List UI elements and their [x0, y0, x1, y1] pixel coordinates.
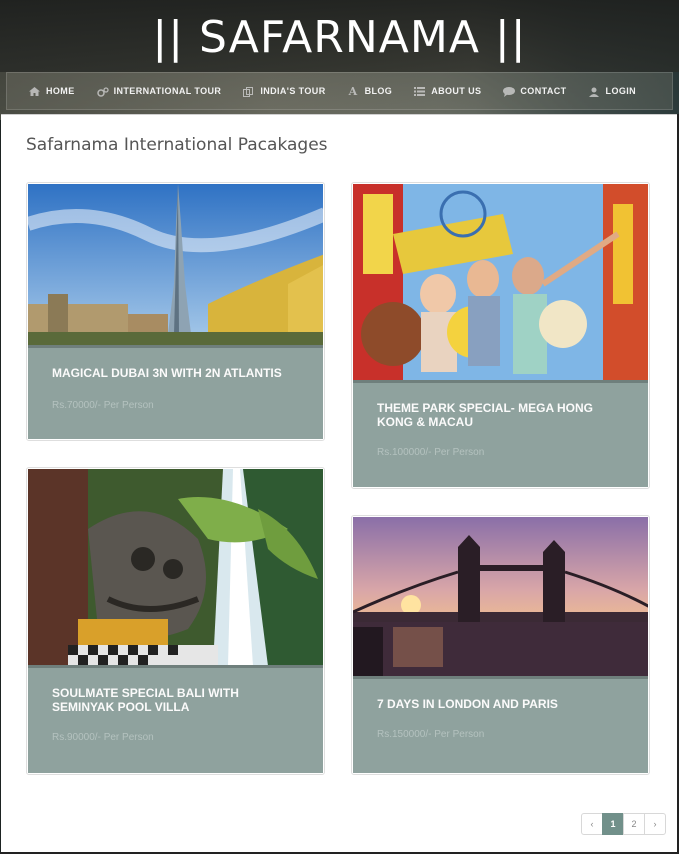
nav-item-home[interactable]: HOME — [29, 86, 75, 96]
pagination-next[interactable]: › — [644, 813, 666, 835]
package-info: THEME PARK SPECIAL- MEGA HONG KONG & MAC… — [353, 380, 648, 487]
pagination-page-1[interactable]: 1 — [602, 813, 624, 835]
main-nav: HOME INTERNATIONAL TOUR INDIA'S TOUR A B… — [6, 72, 673, 110]
package-price: Rs.150000/- Per Person — [377, 729, 485, 740]
nav-item-contact[interactable]: CONTACT — [503, 86, 567, 97]
list-icon — [414, 86, 426, 96]
nav-item-login[interactable]: LOGIN — [589, 86, 637, 97]
package-card[interactable]: 7 DAYS IN LONDON AND PARIS Rs.150000/- P… — [351, 515, 650, 775]
nav-label: INTERNATIONAL TOUR — [113, 86, 222, 96]
home-icon — [29, 86, 40, 96]
package-title[interactable]: THEME PARK SPECIAL- MEGA HONG KONG & MAC… — [377, 401, 628, 429]
package-price: Rs.70000/- Per Person — [52, 400, 154, 411]
package-image-dubai — [28, 184, 323, 346]
nav-label: HOME — [46, 86, 75, 96]
nav-item-indias-tour[interactable]: INDIA'S TOUR — [243, 86, 326, 97]
gears-icon — [96, 86, 109, 97]
nav-label: INDIA'S TOUR — [260, 86, 326, 96]
site-title: || SAFARNAMA || — [152, 12, 527, 63]
package-title[interactable]: SOULMATE SPECIAL BALI WITH SEMINYAK POOL… — [52, 686, 303, 714]
font-icon: A — [348, 84, 358, 98]
nav-label: ABOUT US — [431, 86, 482, 96]
comment-icon — [503, 86, 516, 97]
package-price: Rs.100000/- Per Person — [377, 447, 485, 458]
package-card[interactable]: THEME PARK SPECIAL- MEGA HONG KONG & MAC… — [351, 182, 650, 489]
nav-label: CONTACT — [520, 86, 567, 96]
section-title: Safarnama International Pacakages — [26, 135, 328, 155]
package-image-hong-kong — [353, 184, 648, 381]
nav-label: BLOG — [364, 86, 393, 96]
package-price: Rs.90000/- Per Person — [52, 732, 154, 743]
packages-panel: Safarnama International Pacakages MAGICA… — [1, 114, 677, 854]
package-card[interactable]: MAGICAL DUBAI 3N WITH 2N ATLANTIS Rs.700… — [26, 182, 325, 441]
nav-item-international-tour[interactable]: INTERNATIONAL TOUR — [96, 86, 222, 97]
package-info: 7 DAYS IN LONDON AND PARIS Rs.150000/- P… — [353, 676, 648, 773]
nav-item-blog[interactable]: A BLOG — [348, 84, 393, 98]
nav-item-about-us[interactable]: ABOUT US — [414, 86, 481, 96]
nav-label: LOGIN — [605, 86, 637, 96]
copy-icon — [243, 86, 254, 97]
pagination: ‹ 1 2 › — [581, 813, 666, 835]
user-icon — [589, 87, 600, 97]
package-image-bali — [28, 469, 323, 666]
package-title[interactable]: 7 DAYS IN LONDON AND PARIS — [377, 697, 628, 711]
pagination-prev[interactable]: ‹ — [581, 813, 603, 835]
package-title[interactable]: MAGICAL DUBAI 3N WITH 2N ATLANTIS — [52, 366, 303, 380]
package-image-london — [353, 517, 648, 680]
pagination-page-2[interactable]: 2 — [623, 813, 645, 835]
package-info: MAGICAL DUBAI 3N WITH 2N ATLANTIS Rs.700… — [28, 345, 323, 439]
package-card[interactable]: SOULMATE SPECIAL BALI WITH SEMINYAK POOL… — [26, 467, 325, 775]
package-info: SOULMATE SPECIAL BALI WITH SEMINYAK POOL… — [28, 665, 323, 773]
